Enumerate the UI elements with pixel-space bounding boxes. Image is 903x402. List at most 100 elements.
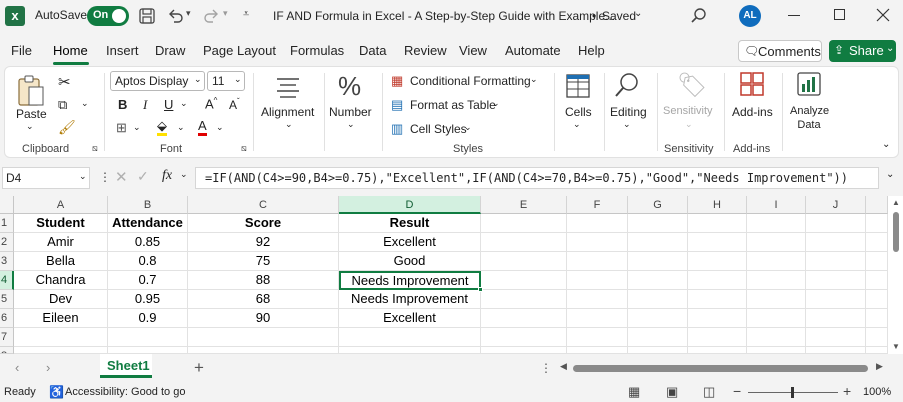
- column-header-h[interactable]: H: [688, 196, 747, 214]
- collapse-ribbon-icon[interactable]: ⌄: [882, 139, 890, 150]
- zoom-out-icon[interactable]: −: [733, 383, 741, 399]
- cell-c4[interactable]: 88: [188, 271, 339, 290]
- cell-i7[interactable]: [747, 328, 806, 347]
- cell-g1[interactable]: [628, 214, 688, 233]
- page-layout-view-icon[interactable]: ▣: [666, 384, 678, 400]
- cell-d1[interactable]: Result: [339, 214, 481, 233]
- column-header-d[interactable]: D: [339, 196, 481, 214]
- cell-a3[interactable]: Bella: [14, 252, 108, 271]
- add-ins-icon[interactable]: [739, 71, 765, 97]
- paste-icon[interactable]: [16, 73, 46, 109]
- font-color-icon[interactable]: A: [198, 119, 207, 136]
- insert-function-chevron-icon[interactable]: ⌄: [180, 169, 188, 180]
- undo-icon[interactable]: [166, 7, 184, 25]
- scroll-down-icon[interactable]: ▼: [892, 342, 900, 351]
- cell-e3[interactable]: [481, 252, 567, 271]
- format-as-table-icon[interactable]: ▤: [391, 97, 403, 113]
- column-header-g[interactable]: G: [628, 196, 688, 214]
- analyze-data-icon[interactable]: [796, 71, 822, 97]
- column-header-i[interactable]: I: [747, 196, 806, 214]
- tab-options-icon[interactable]: ⋮: [540, 361, 552, 375]
- cell-g7[interactable]: [628, 328, 688, 347]
- cell-c7[interactable]: [188, 328, 339, 347]
- cell-styles-chevron-icon[interactable]: ⌄: [464, 122, 472, 133]
- format-painter-icon[interactable]: 🖌: [58, 119, 76, 136]
- menu-page-layout[interactable]: Page Layout: [203, 43, 276, 58]
- row-header-3[interactable]: 3: [0, 252, 14, 271]
- cell-d7[interactable]: [339, 328, 481, 347]
- cell-i2[interactable]: [747, 233, 806, 252]
- cell-styles-icon[interactable]: ▥: [391, 121, 403, 137]
- cell-b4[interactable]: 0.7: [108, 271, 188, 290]
- zoom-slider-thumb[interactable]: [791, 387, 794, 398]
- cell-c6[interactable]: 90: [188, 309, 339, 328]
- cell-b3[interactable]: 0.8: [108, 252, 188, 271]
- maximize-icon[interactable]: [834, 9, 845, 20]
- row-header-4[interactable]: 4: [0, 271, 14, 290]
- cells-label[interactable]: Cells: [565, 105, 592, 119]
- alignment-icon[interactable]: [275, 75, 301, 99]
- normal-view-icon[interactable]: ▦: [628, 384, 640, 400]
- cell-f4[interactable]: [567, 271, 628, 290]
- add-ins-button-label[interactable]: Add-ins: [732, 105, 773, 119]
- page-break-view-icon[interactable]: ◫: [703, 384, 715, 400]
- menu-data[interactable]: Data: [359, 43, 386, 58]
- cell-h3[interactable]: [688, 252, 747, 271]
- cell-b6[interactable]: 0.9: [108, 309, 188, 328]
- cell-i4[interactable]: [747, 271, 806, 290]
- copy-icon[interactable]: ⧉: [58, 97, 67, 113]
- cell-h6[interactable]: [688, 309, 747, 328]
- cell-k5[interactable]: [866, 290, 888, 309]
- cell-c8[interactable]: [188, 347, 339, 354]
- share-button[interactable]: ⇪ Share ⌄: [829, 40, 896, 62]
- insert-function-icon[interactable]: fx: [162, 168, 172, 184]
- cell-e7[interactable]: [481, 328, 567, 347]
- italic-icon[interactable]: I: [143, 97, 147, 113]
- conditional-formatting-icon[interactable]: ▦: [391, 73, 403, 89]
- cell-h4[interactable]: [688, 271, 747, 290]
- font-color-chevron-icon[interactable]: ⌄: [216, 122, 224, 133]
- document-title[interactable]: IF AND Formula in Excel - A Step-by-Step…: [273, 9, 615, 23]
- decrease-font-icon[interactable]: Aˇ: [229, 97, 240, 112]
- cell-b2[interactable]: 0.85: [108, 233, 188, 252]
- format-as-table-chevron-icon[interactable]: ⌄: [492, 98, 500, 109]
- increase-font-icon[interactable]: A^: [205, 96, 217, 111]
- selected-cell-d4[interactable]: Needs Improvement: [339, 271, 481, 290]
- column-header-a[interactable]: A: [14, 196, 108, 214]
- cell-g3[interactable]: [628, 252, 688, 271]
- number-chevron-icon[interactable]: ⌄: [347, 119, 355, 130]
- cut-icon[interactable]: ✂: [58, 73, 71, 91]
- fill-color-chevron-icon[interactable]: ⌄: [177, 122, 185, 133]
- minimize-icon[interactable]: [788, 15, 800, 16]
- cell-c5[interactable]: 68: [188, 290, 339, 309]
- editing-label[interactable]: Editing: [610, 105, 647, 119]
- cell-k7[interactable]: [866, 328, 888, 347]
- font-name-select[interactable]: Aptos Display ⌄: [110, 71, 205, 91]
- cell-a6[interactable]: Eileen: [14, 309, 108, 328]
- cell-b5[interactable]: 0.95: [108, 290, 188, 309]
- avatar[interactable]: AL: [739, 5, 761, 27]
- cell-g2[interactable]: [628, 233, 688, 252]
- row-header-2[interactable]: 2: [0, 233, 14, 252]
- cell-f6[interactable]: [567, 309, 628, 328]
- cell-h2[interactable]: [688, 233, 747, 252]
- scroll-up-icon[interactable]: ▲: [892, 198, 900, 207]
- cell-i1[interactable]: [747, 214, 806, 233]
- fill-handle[interactable]: [478, 287, 483, 292]
- search-icon[interactable]: [690, 7, 708, 25]
- cells-icon[interactable]: [565, 73, 591, 99]
- menu-help[interactable]: Help: [578, 43, 605, 58]
- cell-j5[interactable]: [806, 290, 866, 309]
- cell-k8[interactable]: [866, 347, 888, 354]
- cell-c2[interactable]: 92: [188, 233, 339, 252]
- clipboard-launcher-icon[interactable]: ⧅: [92, 143, 98, 154]
- paste-chevron-icon[interactable]: ⌄: [26, 121, 34, 132]
- row-header-8[interactable]: 8: [0, 347, 14, 354]
- formula-bar-menu-icon[interactable]: ⋮: [99, 170, 111, 184]
- save-icon[interactable]: [138, 7, 156, 25]
- conditional-formatting-label[interactable]: Conditional Formatting: [410, 74, 531, 88]
- number-label[interactable]: Number: [329, 105, 372, 119]
- scroll-right-icon[interactable]: ▶: [876, 361, 883, 372]
- cell-h5[interactable]: [688, 290, 747, 309]
- row-header-7[interactable]: 7: [0, 328, 14, 347]
